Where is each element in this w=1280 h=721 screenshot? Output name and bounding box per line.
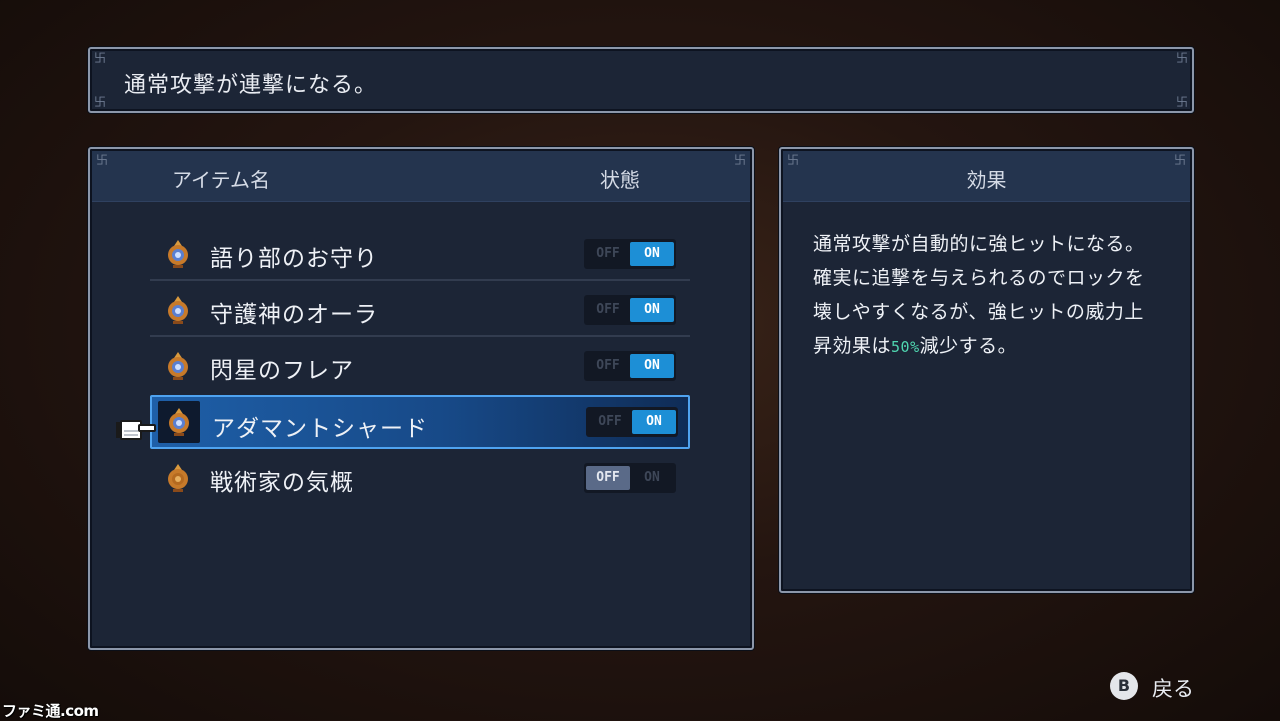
item-list-panel: 卐 卐 アイテム名 状態 語り部のお守り OFF ON 守護神のオーラ OFF … — [88, 147, 754, 650]
item-row-selected[interactable]: アダマントシャード OFF ON — [150, 395, 690, 449]
item-row[interactable]: 閃星のフレア OFF ON — [150, 339, 690, 393]
effect-value: 50% — [891, 338, 920, 356]
ornament-icon: 卐 — [734, 153, 747, 167]
amulet-icon — [168, 464, 188, 492]
amulet-icon — [168, 296, 188, 324]
toggle-off[interactable]: OFF — [586, 298, 630, 322]
effect-title: 効果 — [966, 168, 1007, 192]
item-row[interactable]: 守護神のオーラ OFF ON — [150, 283, 690, 337]
watermark: ファミ通.com — [2, 702, 99, 720]
column-header-name: アイテム名 — [172, 168, 270, 192]
toggle-on[interactable]: ON — [630, 298, 674, 322]
effect-text: 減少する。 — [919, 335, 1018, 357]
effect-line: 通常攻撃が自動的に強ヒットになる。 — [813, 233, 1145, 255]
toggle-off[interactable]: OFF — [586, 242, 630, 266]
item-list-header: 卐 卐 アイテム名 状態 — [92, 151, 750, 202]
effect-line: 壊しやすくなるが、強ヒットの威力上 — [813, 301, 1144, 323]
b-button-icon[interactable]: B — [1110, 672, 1138, 700]
toggle-on[interactable]: ON — [632, 410, 676, 434]
item-row[interactable]: 戦術家の気概 OFF ON — [150, 451, 690, 505]
effect-panel: 卐 卐 効果 通常攻撃が自動的に強ヒットになる。 確実に追撃を与えられるのでロッ… — [779, 147, 1194, 593]
item-toggle[interactable]: OFF ON — [586, 407, 678, 437]
item-label: 戦術家の気概 — [210, 470, 354, 496]
icon-frame — [158, 401, 200, 443]
toggle-on[interactable]: ON — [630, 354, 674, 378]
toggle-on[interactable]: ON — [630, 466, 674, 490]
item-toggle[interactable]: OFF ON — [584, 295, 676, 325]
amulet-icon — [168, 240, 188, 268]
toggle-off[interactable]: OFF — [586, 466, 630, 490]
back-label: 戻る — [1152, 677, 1194, 701]
item-toggle[interactable]: OFF ON — [584, 463, 676, 493]
ornament-icon: 卐 — [96, 153, 109, 167]
effect-header: 卐 卐 効果 — [783, 151, 1190, 202]
ornament-icon: 卐 — [1176, 51, 1189, 65]
amulet-icon — [168, 352, 188, 380]
item-toggle[interactable]: OFF ON — [584, 239, 676, 269]
effect-text: 昇効果は — [813, 335, 892, 357]
description-text: 通常攻撃が連撃になる。 — [124, 73, 378, 98]
item-row[interactable]: 語り部のお守り OFF ON — [150, 227, 690, 281]
toggle-on[interactable]: ON — [630, 242, 674, 266]
pointing-hand-icon — [116, 420, 156, 440]
column-header-state: 状態 — [600, 168, 640, 192]
item-toggle[interactable]: OFF ON — [584, 351, 676, 381]
amulet-icon — [169, 408, 189, 436]
toggle-off[interactable]: OFF — [586, 354, 630, 378]
item-label: アダマントシャード — [212, 416, 428, 442]
ornament-icon: 卐 — [94, 51, 107, 65]
description-bar: 卐 卐 卐 卐 通常攻撃が連撃になる。 — [88, 47, 1194, 113]
ornament-icon: 卐 — [1176, 95, 1189, 109]
effect-line: 確実に追撃を与えられるのでロックを — [813, 267, 1145, 289]
item-label: 守護神のオーラ — [210, 302, 378, 328]
effect-description: 通常攻撃が自動的に強ヒットになる。 確実に追撃を与えられるのでロックを 壊しやす… — [813, 227, 1173, 364]
ornament-icon: 卐 — [94, 95, 107, 109]
effect-line: 昇効果は50%減少する。 — [813, 329, 1173, 364]
item-label: 語り部のお守り — [210, 246, 378, 272]
item-label: 閃星のフレア — [210, 358, 354, 384]
toggle-off[interactable]: OFF — [588, 410, 632, 434]
